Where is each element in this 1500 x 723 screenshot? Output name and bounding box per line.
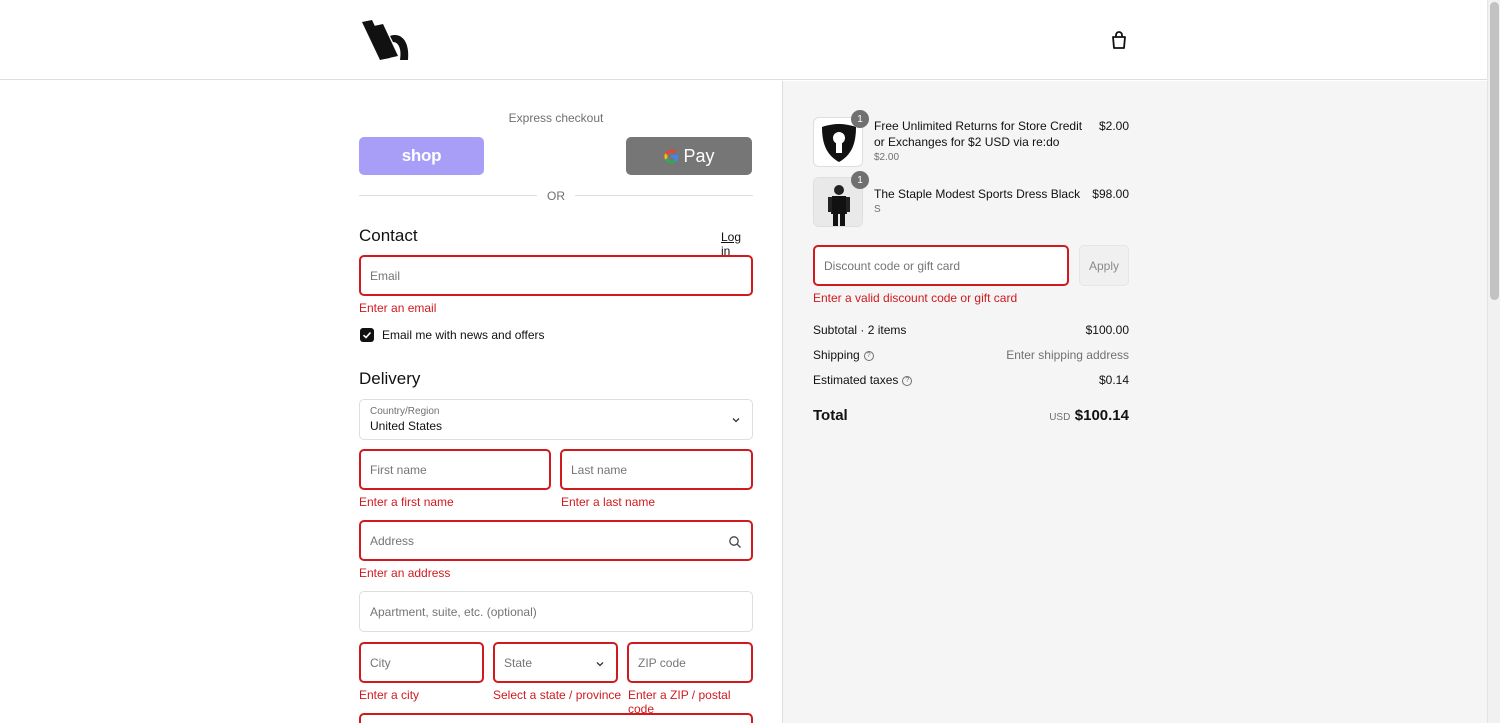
city-error: Enter a city <box>359 688 420 702</box>
checkout-form: Express checkout shop Pay OR Contact Log… <box>359 81 753 723</box>
last-name-input[interactable]: Last name <box>560 449 753 490</box>
state-error: Select a state / province <box>493 688 622 702</box>
chevron-down-icon <box>732 418 740 423</box>
brand-logo[interactable] <box>360 18 412 62</box>
help-icon[interactable]: ? <box>902 375 913 386</box>
phone-input[interactable] <box>359 713 753 723</box>
email-input[interactable]: Email <box>359 255 753 296</box>
page-scrollbar[interactable] <box>1487 0 1500 723</box>
first-name-error: Enter a first name <box>359 495 454 509</box>
item-title: Free Unlimited Returns for Store Credit … <box>874 119 1083 149</box>
item-price: $2.00 <box>1098 119 1129 133</box>
item-subtitle: S <box>874 204 881 215</box>
discount-placeholder: Discount code or gift card <box>824 258 961 273</box>
zip-placeholder: ZIP code <box>638 655 686 670</box>
scrollbar-thumb[interactable] <box>1490 2 1499 300</box>
google-pay-label: Pay <box>683 145 715 166</box>
quantity-badge: 1 <box>851 110 869 128</box>
first-name-input[interactable]: First name <box>359 449 551 490</box>
subtotal-label: Subtotal · 2 items <box>813 323 907 337</box>
shipping-label: Shipping? <box>813 348 874 362</box>
country-value: United States <box>370 419 443 433</box>
taxes-label-text: Estimated taxes <box>813 373 899 387</box>
contact-heading: Contact <box>359 226 418 245</box>
chevron-down-icon <box>596 662 604 667</box>
shipping-value: Enter shipping address <box>1006 348 1129 362</box>
last-name-placeholder: Last name <box>571 462 628 477</box>
total-currency: USD <box>1049 412 1071 423</box>
checkmark-icon <box>362 331 372 339</box>
or-divider-text: OR <box>547 189 565 203</box>
item-title: The Staple Modest Sports Dress Black <box>874 187 1081 201</box>
apartment-placeholder: Apartment, suite, etc. (optional) <box>370 604 537 619</box>
help-icon[interactable]: ? <box>863 350 874 361</box>
state-placeholder: State <box>504 655 533 670</box>
apartment-input[interactable]: Apartment, suite, etc. (optional) <box>359 591 753 632</box>
country-select[interactable]: Country/Region United States <box>359 399 753 440</box>
item-price: $98.00 <box>1092 187 1129 201</box>
delivery-heading: Delivery <box>359 369 421 388</box>
last-name-error: Enter a last name <box>561 495 656 509</box>
first-name-placeholder: First name <box>370 462 427 477</box>
country-label: Country/Region <box>370 406 440 417</box>
city-placeholder: City <box>370 655 391 670</box>
state-select[interactable]: State <box>493 642 618 683</box>
newsletter-checkbox[interactable] <box>360 328 374 342</box>
quantity-badge: 1 <box>851 171 869 189</box>
order-summary: 1 Free Unlimited Returns for Store Credi… <box>782 81 1487 723</box>
zip-input[interactable]: ZIP code <box>627 642 753 683</box>
shop-pay-button[interactable]: shop <box>359 137 484 175</box>
google-g-icon <box>664 148 679 164</box>
discount-error: Enter a valid discount code or gift card <box>813 291 1018 305</box>
newsletter-label[interactable]: Email me with news and offers <box>382 328 545 342</box>
login-link[interactable]: Log in <box>721 230 753 258</box>
address-placeholder: Address <box>370 533 415 548</box>
total-value: $100.14 <box>1074 407 1129 424</box>
shopping-bag-icon[interactable] <box>1108 29 1130 51</box>
taxes-label: Estimated taxes? <box>813 373 913 387</box>
discount-code-input[interactable]: Discount code or gift card <box>813 245 1069 286</box>
email-placeholder: Email <box>370 268 401 283</box>
taxes-value: $0.14 <box>1098 373 1129 387</box>
address-input[interactable]: Address <box>359 520 753 561</box>
address-error: Enter an address <box>359 566 451 580</box>
city-input[interactable]: City <box>359 642 484 683</box>
express-checkout-label: Express checkout <box>508 111 604 125</box>
shipping-label-text: Shipping <box>813 348 860 362</box>
total-label: Total <box>813 407 848 424</box>
item-subtitle: $2.00 <box>874 152 900 163</box>
subtotal-value: $100.00 <box>1085 323 1129 337</box>
email-error: Enter an email <box>359 301 437 315</box>
zip-error: Enter a ZIP / postal code <box>628 688 731 716</box>
site-header <box>0 0 1487 80</box>
search-icon[interactable] <box>728 535 742 549</box>
total-amount: USD $100.14 <box>929 407 1129 425</box>
google-pay-button[interactable]: Pay <box>626 137 752 175</box>
apply-discount-button[interactable]: Apply <box>1079 245 1129 286</box>
